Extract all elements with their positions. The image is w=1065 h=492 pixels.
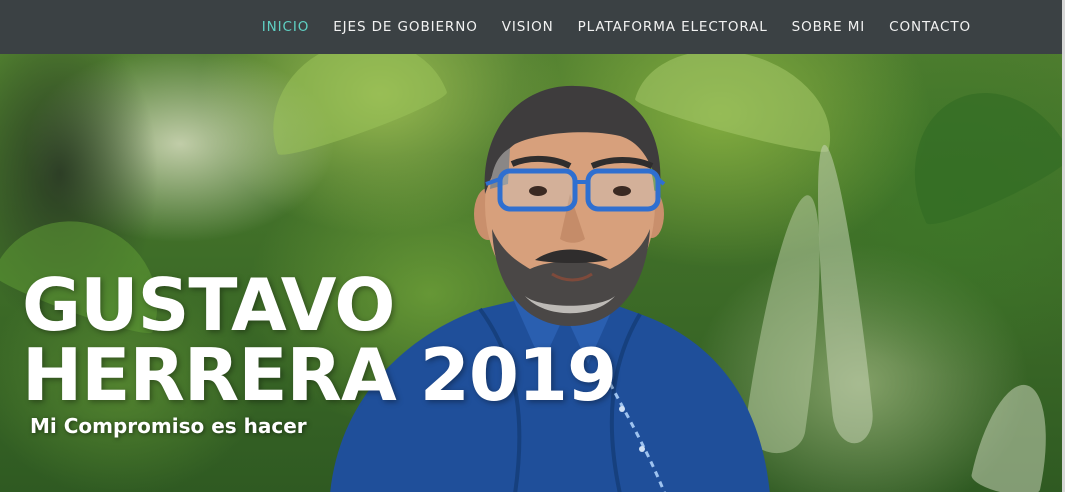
- nav-link-plataforma-electoral[interactable]: PLATAFORMA ELECTORAL: [578, 19, 768, 35]
- hero-title: GUSTAVO HERRERA 2019: [22, 263, 617, 417]
- hero-title-line-1: GUSTAVO: [22, 263, 395, 347]
- hero-banner: GUSTAVO HERRERA 2019 Mi Compromiso es ha…: [0, 54, 1062, 492]
- main-menu: INICIO EJES DE GOBIERNO VISION PLATAFORM…: [262, 0, 971, 54]
- menu-item-contacto: CONTACTO: [889, 0, 971, 54]
- nav-link-ejes-de-gobierno[interactable]: EJES DE GOBIERNO: [333, 19, 477, 35]
- nav-link-inicio[interactable]: INICIO: [262, 19, 310, 35]
- top-navbar: INICIO EJES DE GOBIERNO VISION PLATAFORM…: [0, 0, 1062, 54]
- hero-title-line-2: HERRERA 2019: [22, 333, 617, 417]
- menu-item-sobre-mi: SOBRE MI: [792, 0, 866, 54]
- menu-item-inicio: INICIO: [262, 0, 310, 54]
- hero-subtitle: Mi Compromiso es hacer: [30, 414, 307, 438]
- nav-link-sobre-mi[interactable]: SOBRE MI: [792, 19, 866, 35]
- menu-item-ejes: EJES DE GOBIERNO: [333, 0, 477, 54]
- page: INICIO EJES DE GOBIERNO VISION PLATAFORM…: [0, 0, 1065, 492]
- menu-item-vision: VISION: [502, 0, 554, 54]
- nav-link-vision[interactable]: VISION: [502, 19, 554, 35]
- nav-link-contacto[interactable]: CONTACTO: [889, 19, 971, 35]
- menu-item-plataforma: PLATAFORMA ELECTORAL: [578, 0, 768, 54]
